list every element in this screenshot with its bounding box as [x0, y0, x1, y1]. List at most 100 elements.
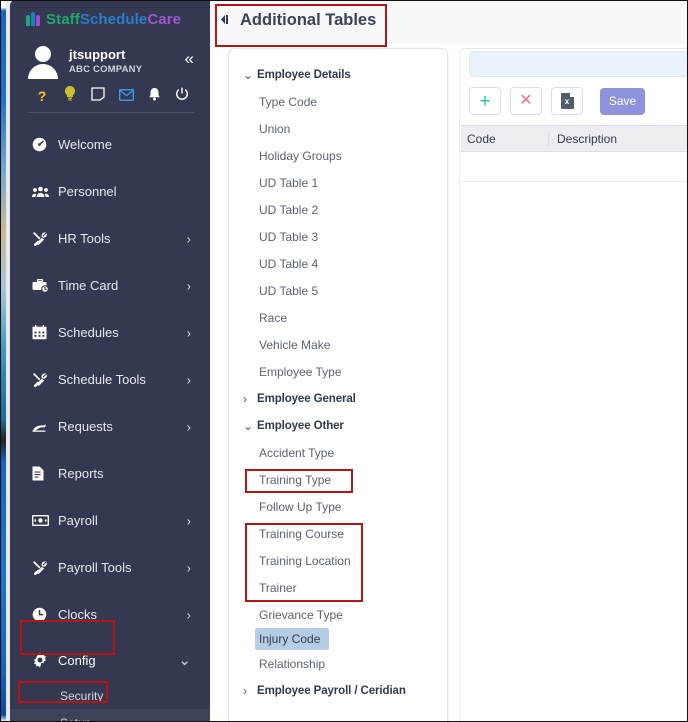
tree-group-employee-general[interactable]: › Employee General: [229, 385, 447, 412]
sidebar-nav: Welcome Personnel HR Tools › Time Card ›…: [10, 113, 210, 722]
app-logo[interactable]: StaffScheduleCare: [10, 0, 210, 38]
tree-group-employee-payroll-ceridian[interactable]: › Employee Payroll / Ceridian: [229, 677, 447, 704]
sidebar-item-label: Payroll Tools: [58, 560, 132, 575]
sidebar-item-label: Time Card: [58, 278, 119, 293]
sidebar-item-schedule-tools[interactable]: Schedule Tools ›: [10, 356, 210, 403]
chevron-right-icon: ›: [186, 325, 191, 340]
money-icon: [32, 515, 58, 526]
sidebar-item-payroll[interactable]: Payroll ›: [10, 497, 210, 544]
tools-icon: [32, 560, 58, 576]
sidebar-item-label: Schedules: [58, 325, 119, 340]
dashboard-icon: [32, 137, 58, 152]
delete-row-button[interactable]: ✕: [510, 87, 542, 115]
tree-item-employee-type[interactable]: Employee Type: [229, 358, 447, 385]
sidebar-item-clocks[interactable]: Clocks ›: [10, 591, 210, 638]
sidebar-item-personnel[interactable]: Personnel: [10, 168, 210, 215]
bell-icon[interactable]: [140, 86, 168, 106]
tree-item-training-type[interactable]: Training Type: [229, 466, 447, 493]
note-icon[interactable]: [84, 86, 112, 106]
tree-item-relationship[interactable]: Relationship: [229, 650, 447, 677]
sidebar-item-time-card[interactable]: Time Card ›: [10, 262, 210, 309]
sidebar-item-label: Clocks: [58, 607, 98, 622]
chevron-right-icon: ›: [186, 278, 191, 293]
sidebar-subitem-setup[interactable]: Setup: [10, 709, 210, 722]
chevron-right-icon: ›: [243, 391, 247, 406]
chevron-right-icon: ›: [186, 607, 191, 622]
tree-item-accident-type[interactable]: Accident Type: [229, 439, 447, 466]
logo-text-schedule: Schedule: [79, 10, 148, 28]
chevron-right-icon: ›: [186, 513, 191, 528]
sidebar-item-label: Config: [58, 652, 96, 668]
user-company: ABC COMPANY: [69, 64, 143, 75]
grid-body: [461, 152, 688, 182]
sidebar-item-label: Payroll: [58, 513, 98, 528]
sidebar-item-reports[interactable]: Reports: [10, 450, 210, 497]
tree-item-ud-table-2[interactable]: UD Table 2: [229, 196, 447, 223]
tree-item-vehicle-make[interactable]: Vehicle Make: [229, 331, 447, 358]
tree-item-ud-table-5[interactable]: UD Table 5: [229, 277, 447, 304]
tree-item-trainer[interactable]: Trainer: [229, 574, 447, 601]
tools-icon: [32, 372, 58, 388]
sidebar-item-requests[interactable]: Requests ›: [10, 403, 210, 450]
sidebar-collapse-icon[interactable]: «: [185, 50, 194, 67]
chevron-right-icon: ›: [186, 231, 191, 246]
sidebar-item-config[interactable]: Config ⌄: [10, 638, 210, 682]
chevron-down-icon: ⌄: [243, 67, 254, 82]
request-icon: [32, 422, 58, 432]
tree-item-union[interactable]: Union: [229, 115, 447, 142]
tree-item-holiday-groups[interactable]: Holiday Groups: [229, 142, 447, 169]
tree-item-ud-table-1[interactable]: UD Table 1: [229, 169, 447, 196]
save-button[interactable]: Save: [600, 87, 645, 115]
grid-toolbar: + ✕ Save: [469, 87, 645, 115]
tree-item-training-location[interactable]: Training Location: [229, 547, 447, 574]
sidebar-item-schedules[interactable]: Schedules ›: [10, 309, 210, 356]
add-row-button[interactable]: +: [469, 87, 501, 115]
power-icon[interactable]: [168, 86, 196, 106]
tree-item-training-course[interactable]: Training Course: [229, 520, 447, 547]
tree-item-follow-up-type[interactable]: Follow Up Type: [229, 493, 447, 520]
tree-item-ud-table-4[interactable]: UD Table 4: [229, 250, 447, 277]
detail-panel: + ✕ Save Code Description: [459, 48, 688, 722]
sidebar-item-label: Personnel: [58, 184, 117, 199]
tree-item-injury-code[interactable]: Injury Code: [255, 628, 329, 650]
logo-text-care: Care: [147, 10, 182, 28]
logo-text-staff: Staff: [46, 10, 80, 28]
sidebar: StaffScheduleCare jtsupport ABC COMPANY …: [10, 0, 210, 722]
tree-item-grievance-type[interactable]: Grievance Type: [229, 601, 447, 628]
avatar: [26, 44, 60, 79]
grid-column-code[interactable]: Code: [461, 131, 549, 146]
chevron-down-icon: ⌄: [243, 418, 254, 433]
excel-document-icon: [560, 93, 574, 109]
lightbulb-icon[interactable]: [56, 86, 84, 106]
grid-column-description[interactable]: Description: [549, 132, 617, 146]
quick-icon-row: ?: [10, 80, 210, 106]
sidebar-item-label: HR Tools: [58, 231, 111, 246]
user-profile[interactable]: jtsupport ABC COMPANY «: [10, 38, 210, 80]
sidebar-item-welcome[interactable]: Welcome: [10, 121, 210, 168]
tree-item-race[interactable]: Race: [229, 304, 447, 331]
chevron-right-icon: ›: [186, 372, 191, 387]
search-input[interactable]: [469, 51, 688, 77]
mail-icon[interactable]: [112, 86, 140, 106]
app-root: StaffScheduleCare jtsupport ABC COMPANY …: [0, 0, 688, 722]
tree-group-label: Employee Payroll / Ceridian: [257, 684, 406, 697]
tree-group-employee-details[interactable]: ⌄ Employee Details: [229, 61, 447, 88]
export-excel-button[interactable]: [551, 87, 583, 115]
sidebar-subitem-security[interactable]: Security: [10, 682, 210, 709]
sidebar-item-label: Schedule Tools: [58, 372, 146, 387]
tree: ⌄ Employee Details Type Code Union Holid…: [229, 49, 447, 704]
sidebar-item-hr-tools[interactable]: HR Tools ›: [10, 215, 210, 262]
calendar-icon: [32, 325, 58, 340]
tree-item-ud-table-3[interactable]: UD Table 3: [229, 223, 447, 250]
additional-tables-tree-panel: ⌄ Employee Details Type Code Union Holid…: [228, 48, 448, 722]
grid-header-row: Code Description: [461, 125, 688, 152]
tree-item-type-code[interactable]: Type Code: [229, 88, 447, 115]
people-icon: [32, 186, 58, 198]
sidebar-item-payroll-tools[interactable]: Payroll Tools ›: [10, 544, 210, 591]
chevron-right-icon: ›: [186, 560, 191, 575]
logo-people-icon: [26, 12, 40, 26]
plus-icon: +: [479, 90, 491, 112]
tree-group-employee-other[interactable]: ⌄ Employee Other: [229, 412, 447, 439]
panel-collapse-icon[interactable]: [219, 14, 232, 28]
help-icon[interactable]: ?: [28, 86, 56, 106]
